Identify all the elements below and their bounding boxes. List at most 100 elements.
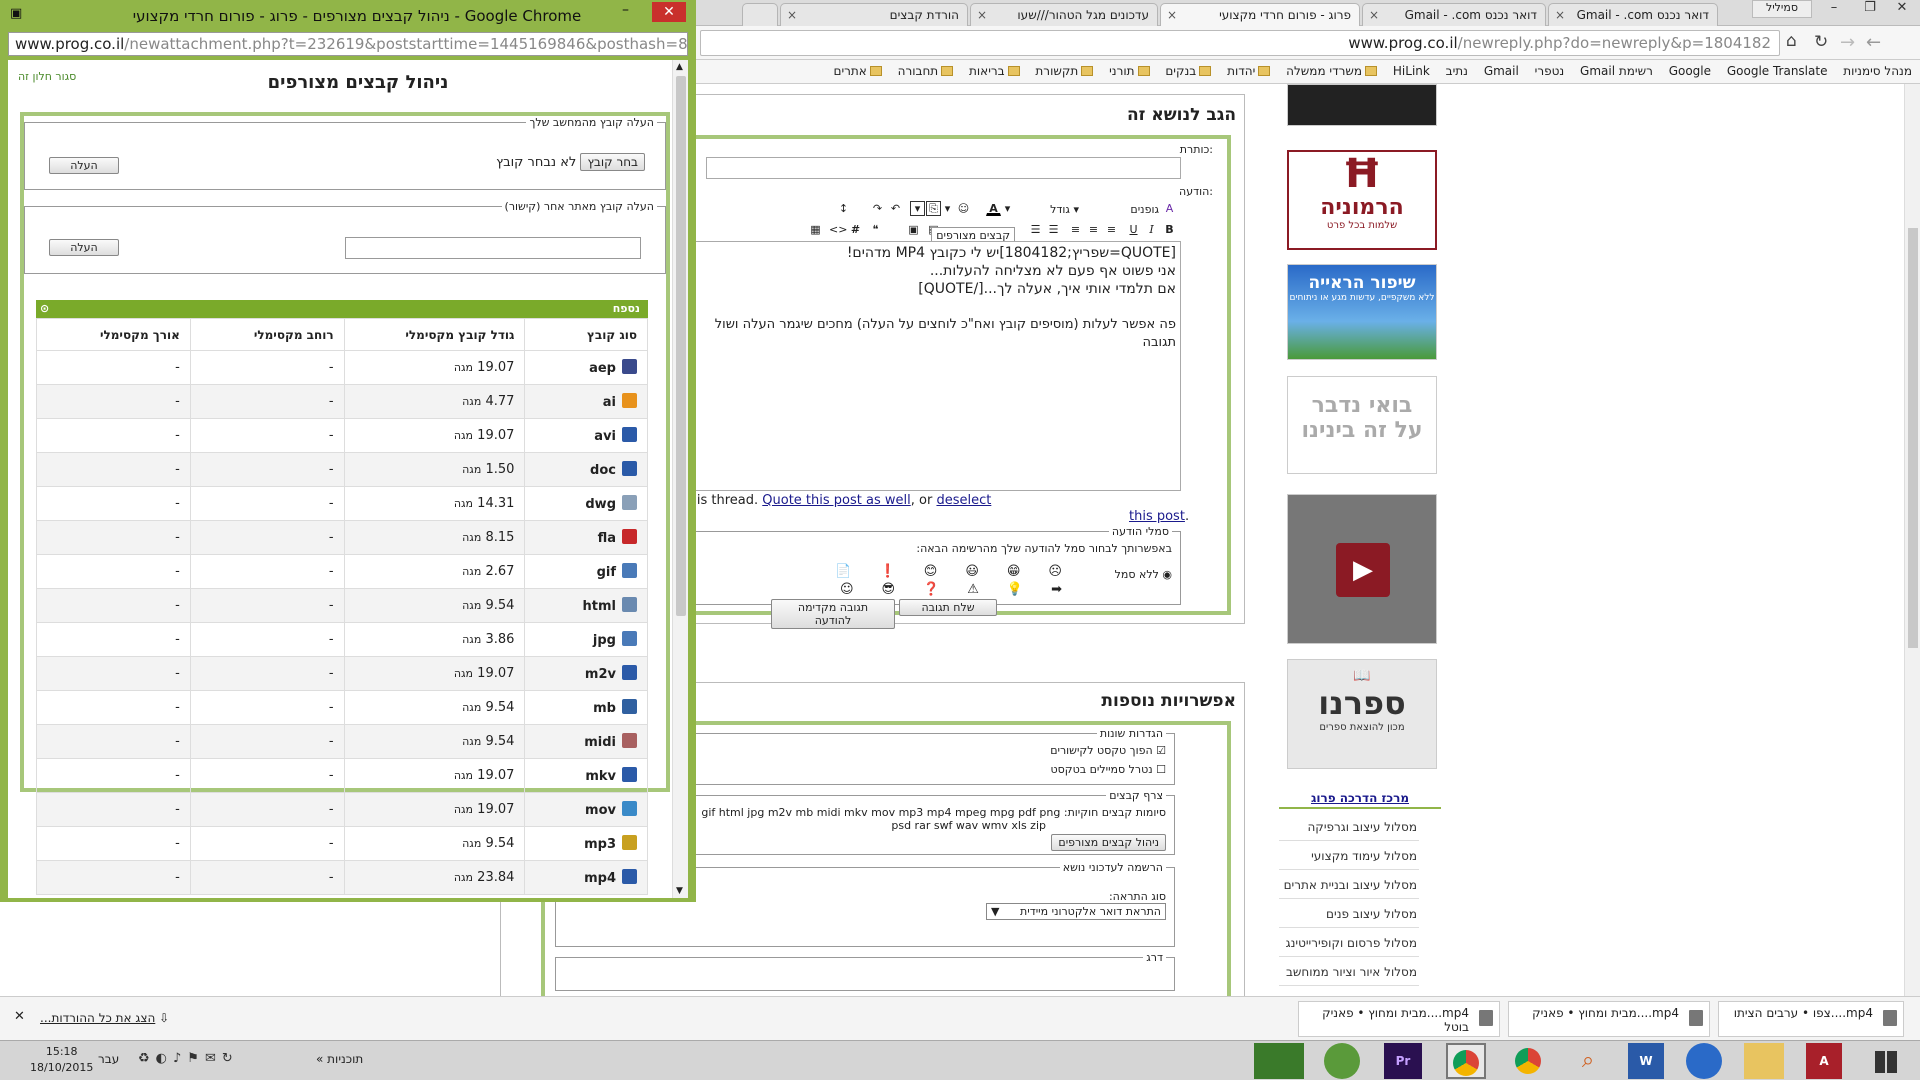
attach-icon[interactable]: ⎘: [926, 201, 941, 216]
tab-gmail-1[interactable]: × דואר נכנס Gmail - .com: [1548, 3, 1718, 26]
collapse-icon[interactable]: ⊙: [40, 302, 49, 315]
close-icon[interactable]: ×: [1369, 8, 1379, 22]
minimize-icon[interactable]: –: [622, 2, 629, 18]
language-indicator[interactable]: עבר: [98, 1052, 119, 1066]
bookmark-item[interactable]: HiLink: [1393, 60, 1430, 82]
bookmark-item[interactable]: נטפרי: [1535, 60, 1565, 82]
chevron-down-icon[interactable]: ▾: [910, 201, 925, 216]
clock[interactable]: 15:18 18/10/2015: [30, 1044, 93, 1076]
bookmark-folder[interactable]: אתרים: [833, 60, 882, 82]
choose-file-button[interactable]: בחר קובץ: [580, 153, 645, 171]
calendar-app-icon[interactable]: [1254, 1043, 1304, 1079]
bookmark-folder[interactable]: משרדי ממשלה: [1286, 60, 1378, 82]
underline-icon[interactable]: U: [1126, 222, 1141, 237]
close-icon[interactable]: ×: [1555, 8, 1565, 22]
bookmark-folder[interactable]: בריאות: [969, 60, 1020, 82]
reload-icon[interactable]: ↻: [1814, 32, 1828, 52]
preview-button[interactable]: תגובה מקדימה להודעה: [771, 599, 895, 629]
download-item[interactable]: mp4....צפו • ערבים הציתו: [1718, 1001, 1904, 1037]
bookmark-item[interactable]: מנהל סימניות: [1843, 60, 1912, 82]
no-icon-option[interactable]: ◉ ללא סמל: [1115, 568, 1172, 581]
ad-talk[interactable]: בואי נדבר על זה בינינו: [1287, 376, 1437, 474]
play-icon[interactable]: ▶: [1336, 543, 1390, 597]
image-icon[interactable]: ▣: [906, 222, 921, 237]
font-icon[interactable]: A: [1162, 201, 1177, 216]
popup-scroll-thumb[interactable]: [676, 76, 686, 616]
manage-attachments-button[interactable]: ניהול קבצים מצורפים: [1051, 834, 1166, 851]
size-dropdown[interactable]: גודל ▾: [1050, 203, 1079, 216]
download-item[interactable]: mp4....מבית ומחוץ • פאניק בוטל: [1298, 1001, 1500, 1037]
list-numbers-icon[interactable]: ☰: [1028, 222, 1043, 237]
bookmark-item[interactable]: Gmail: [1484, 60, 1519, 82]
popup-scrollbar[interactable]: ▲ ▼: [672, 60, 688, 898]
course-link[interactable]: מסלול עיצוב ובניית אתרים: [1279, 871, 1419, 899]
tray-icons[interactable]: ♻◐♪⚑✉↻: [138, 1051, 239, 1066]
font-dropdown[interactable]: גופנים: [1130, 203, 1159, 216]
post-icons-row-2[interactable]: ☺😎❓⚠💡➡: [840, 582, 1090, 597]
ad-video[interactable]: ▶: [1287, 494, 1437, 644]
deselect-link[interactable]: deselect: [936, 493, 991, 508]
chevron-down-icon[interactable]: ▾: [1000, 201, 1015, 216]
close-icon[interactable]: ✕: [652, 2, 686, 22]
new-tab-button[interactable]: [742, 3, 778, 26]
toolbars-label[interactable]: תוכניות »: [316, 1052, 363, 1066]
back-icon[interactable]: ←: [1866, 32, 1881, 53]
profile-badge[interactable]: סמיליל: [1752, 0, 1812, 18]
php-icon[interactable]: ▦: [808, 222, 823, 237]
address-input[interactable]: www.prog.co.il/newreply.php?do=newreply&…: [700, 30, 1780, 56]
resize-icon[interactable]: ↕: [836, 201, 851, 216]
close-downloads-icon[interactable]: ✕: [14, 1009, 25, 1024]
redo-icon[interactable]: ↷: [870, 201, 885, 216]
hash-icon[interactable]: #: [848, 222, 863, 237]
file-explorer-icon[interactable]: [1744, 1043, 1784, 1079]
ad-shipur[interactable]: שיפור הראייה ללא משקפיים, עדשות מגע או נ…: [1287, 264, 1437, 360]
close-icon[interactable]: ×: [787, 8, 797, 22]
page-scroll-thumb[interactable]: [1908, 228, 1918, 648]
page-scrollbar[interactable]: [1904, 84, 1920, 996]
access-icon[interactable]: A: [1806, 1043, 1842, 1079]
list-bullets-icon[interactable]: ☰: [1046, 222, 1061, 237]
training-center-link[interactable]: מרכז הדרכה פרוג: [1311, 791, 1409, 805]
align-left-icon[interactable]: ≡: [1068, 222, 1083, 237]
bookmark-folder[interactable]: יהדות: [1227, 60, 1271, 82]
italic-icon[interactable]: I: [1144, 222, 1159, 237]
ad-harmonia[interactable]: Ħ הרמוניה שלמות בכל פרט: [1287, 150, 1437, 250]
download-item[interactable]: mp4....מבית ומחוץ • פאניק: [1508, 1001, 1710, 1037]
bookmark-folder[interactable]: תקשורת: [1035, 60, 1094, 82]
close-window-icon[interactable]: ✕: [1884, 0, 1920, 20]
bookmark-item[interactable]: רשימת Gmail: [1580, 60, 1653, 82]
ad-banner-top[interactable]: [1287, 84, 1437, 126]
close-icon[interactable]: ×: [1167, 8, 1177, 22]
undo-icon[interactable]: ↶: [888, 201, 903, 216]
media-player-icon[interactable]: [1686, 1043, 1722, 1079]
chrome-active-icon[interactable]: [1446, 1043, 1486, 1079]
notify-select[interactable]: התראת דואר אלקטרוני מיידית ▼: [986, 903, 1166, 920]
quote-icon[interactable]: ❝: [868, 222, 883, 237]
word-icon[interactable]: W: [1628, 1043, 1664, 1079]
tab-gmail-2[interactable]: × דואר נכנס Gmail - .com: [1362, 3, 1546, 26]
align-right-icon[interactable]: ≡: [1104, 222, 1119, 237]
bookmark-item[interactable]: נתיב: [1446, 60, 1468, 82]
bookmark-folder[interactable]: תורני: [1109, 60, 1150, 82]
course-link[interactable]: מסלול עימוד מקצועי: [1279, 842, 1419, 870]
bookmark-folder[interactable]: תחבורה: [898, 60, 954, 82]
title-input[interactable]: [706, 157, 1181, 179]
scroll-down-icon[interactable]: ▼: [676, 886, 683, 896]
minimize-icon[interactable]: –: [1816, 0, 1852, 20]
maximize-icon[interactable]: ❐: [1852, 0, 1888, 20]
scroll-up-icon[interactable]: ▲: [676, 62, 683, 72]
quote-this-post-link[interactable]: Quote this post as well: [762, 493, 910, 508]
this-post-link[interactable]: this post: [1129, 509, 1185, 524]
bold-icon[interactable]: B: [1162, 222, 1177, 237]
tab-updates[interactable]: × עדכונים מגל הטהור///שעו: [970, 3, 1158, 26]
align-center-icon[interactable]: ≡: [1086, 222, 1101, 237]
upload-url-button[interactable]: העלה: [49, 239, 119, 256]
smiley-icon[interactable]: ☺: [956, 201, 971, 216]
bookmark-folder[interactable]: בנקים: [1165, 60, 1212, 82]
globe-app-icon[interactable]: [1324, 1043, 1360, 1079]
course-link[interactable]: מסלול עיצוב פנים: [1279, 900, 1419, 928]
upload-pc-button[interactable]: העלה: [49, 157, 119, 174]
tab-prog-forum[interactable]: × פרוג - פורום חרדי מקצועי: [1160, 3, 1360, 27]
post-icons-row-1[interactable]: 📄❗😊😃😁☹: [835, 564, 1090, 579]
premiere-icon[interactable]: Pr: [1384, 1043, 1422, 1079]
